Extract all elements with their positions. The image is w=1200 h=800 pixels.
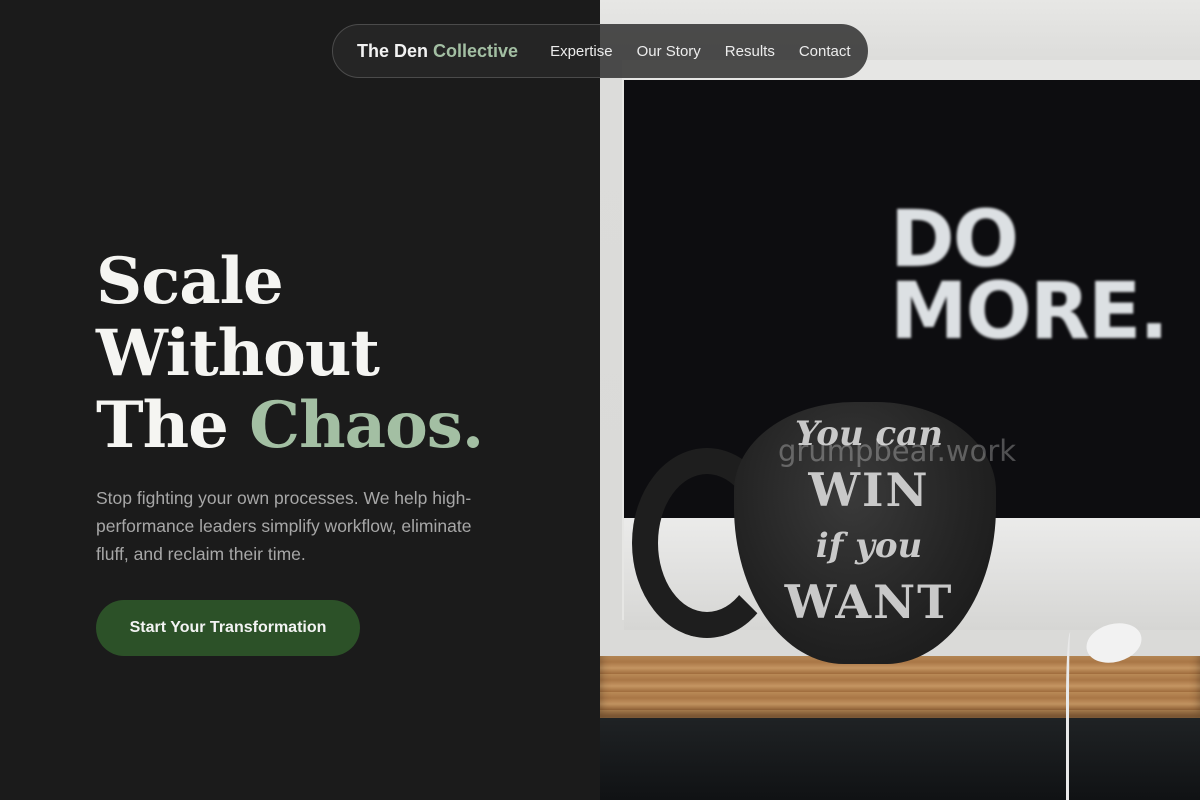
nav-links: Expertise Our Story Results Contact	[550, 43, 850, 60]
brand-primary: The Den	[357, 40, 429, 61]
landing-page: Scale Without The Chaos. Stop fighting y…	[0, 0, 1200, 800]
brand-accent: Collective	[433, 40, 519, 61]
mug-text-line-4: WANT	[784, 575, 954, 629]
top-navigation: The Den Collective Expertise Our Story R…	[332, 24, 868, 78]
hero-photo: DO MORE. You can WIN if you WANT grumpbe…	[600, 0, 1200, 800]
brand-logo[interactable]: The Den Collective	[357, 41, 518, 62]
earbud-cable	[1066, 632, 1077, 800]
headline-line-2: Without	[96, 316, 380, 391]
monitor-text-line-1: DO	[890, 195, 1019, 285]
nav-link-our-story[interactable]: Our Story	[637, 43, 701, 60]
wooden-shelf	[600, 656, 1200, 718]
nav-link-expertise[interactable]: Expertise	[550, 43, 613, 60]
mug-text-line-3: if you	[815, 526, 923, 566]
shelf-shadow	[600, 718, 1200, 800]
nav-link-results[interactable]: Results	[725, 43, 775, 60]
watermark: grumpbear.work	[778, 434, 1017, 468]
headline-line-3: The Chaos.	[96, 388, 484, 463]
monitor-text-line-2: MORE.	[890, 267, 1169, 357]
headline-line-3-plain: The	[96, 388, 229, 463]
start-transformation-button[interactable]: Start Your Transformation	[96, 600, 360, 656]
monitor-text: DO MORE.	[890, 195, 1169, 357]
headline-accent-word: Chaos.	[249, 388, 484, 463]
nav-link-contact[interactable]: Contact	[799, 43, 851, 60]
headline-line-1: Scale	[96, 244, 284, 319]
hero-headline: Scale Without The Chaos.	[96, 244, 484, 463]
hero-left-panel: Scale Without The Chaos. Stop fighting y…	[0, 0, 600, 800]
hero-subtext: Stop fighting your own processes. We hel…	[96, 488, 472, 564]
